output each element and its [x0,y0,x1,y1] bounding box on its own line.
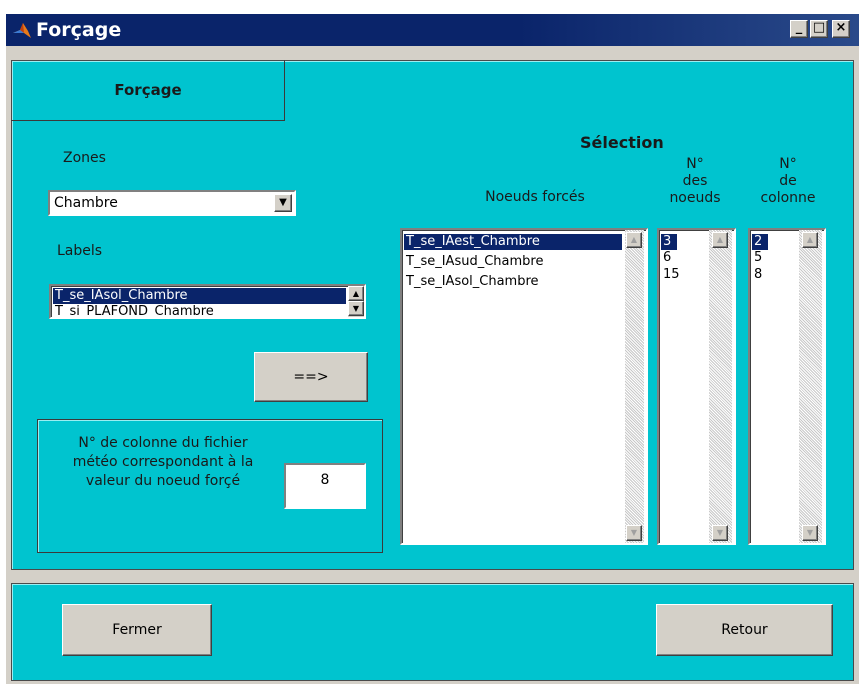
header-tab-label: Forçage [114,81,182,99]
minimize-icon: _ [795,20,803,35]
window-title: Forçage [36,19,122,41]
list-item-node-number-0[interactable]: 3 [661,234,677,250]
labels-listbox[interactable]: T_se_IAsol_Chambre T_si_PLAFOND_Chambre … [49,284,366,319]
labels-scrollbar[interactable]: ▲ ▼ [348,286,364,317]
header-tab: Forçage [11,60,285,121]
node-numbers-header: N° des noeuds [660,156,730,207]
list-item-node-number-2[interactable]: 15 [661,267,680,283]
arrow-down-icon: ▼ [352,304,360,313]
node-numbers-scrollbar[interactable]: ▲ ▼ [709,230,732,543]
scroll-up-button[interactable]: ▲ [712,232,728,248]
zones-label: Zones [63,150,106,166]
noeuds-forces-header: Noeuds forcés [485,189,585,205]
arrow-down-icon: ▼ [716,528,724,537]
arrow-down-icon: ▼ [630,528,638,537]
arrow-up-icon: ▲ [630,235,638,244]
column-number-caption: N° de colonne du fichier météo correspon… [72,435,254,489]
maximize-icon: □ [812,20,826,35]
scroll-down-button[interactable]: ▼ [626,525,642,541]
arrow-up-icon: ▲ [806,235,814,244]
labels-label: Labels [57,243,103,259]
minimize-button[interactable]: _ [790,20,808,38]
column-numbers-header: N° de colonne [748,156,828,207]
column-numbers-listbox[interactable]: 2 5 8 ▲ ▼ [748,228,826,545]
list-item-labels-1[interactable]: T_si_PLAFOND_Chambre [53,304,346,317]
list-item-column-number-1[interactable]: 5 [752,250,768,266]
matlab-logo-icon [13,23,31,38]
list-item-column-number-2[interactable]: 8 [752,267,768,283]
list-item-labels-0[interactable]: T_se_IAsol_Chambre [53,288,346,304]
column-numbers-header-line: de [779,173,797,189]
column-numbers-header-line: colonne [760,190,816,206]
list-item-node-1[interactable]: T_se_IAsud_Chambre [404,254,622,270]
column-number-input[interactable]: 8 [284,463,366,509]
scroll-down-button[interactable]: ▼ [712,525,728,541]
scroll-down-button[interactable]: ▼ [348,301,364,316]
scroll-up-button[interactable]: ▲ [626,232,642,248]
arrow-down-icon: ▼ [806,528,814,537]
title-bar[interactable] [6,14,859,46]
forced-nodes-listbox[interactable]: T_se_IAest_Chambre T_se_IAsud_Chambre T_… [400,228,648,545]
node-numbers-header-line: N° [686,156,704,172]
close-button[interactable]: Fermer [62,604,212,656]
node-numbers-header-line: des [682,173,708,189]
selection-title: Sélection [580,133,664,152]
back-button[interactable]: Retour [656,604,833,656]
close-window-button[interactable]: × [832,20,850,38]
list-item-node-number-1[interactable]: 6 [661,250,677,266]
scroll-up-button[interactable]: ▲ [802,232,818,248]
close-icon: × [835,20,847,35]
forced-nodes-scrollbar[interactable]: ▲ ▼ [625,230,644,543]
column-numbers-header-line: N° [779,156,797,172]
arrow-up-icon: ▲ [716,235,724,244]
list-item-column-number-0[interactable]: 2 [752,234,768,250]
arrow-up-icon: ▲ [352,289,360,298]
add-node-button[interactable]: ==> [254,352,368,402]
zones-selected-value: Chambre [54,195,118,211]
column-numbers-scrollbar[interactable]: ▲ ▼ [799,230,822,543]
list-item-node-2[interactable]: T_se_IAsol_Chambre [404,274,622,290]
node-numbers-listbox[interactable]: 3 6 15 ▲ ▼ [657,228,736,545]
scroll-up-button[interactable]: ▲ [348,286,364,301]
node-numbers-header-line: noeuds [669,190,721,206]
chevron-down-icon: ▼ [279,197,287,208]
zones-dropdown-button[interactable]: ▼ [274,194,292,212]
scroll-down-button[interactable]: ▼ [802,525,818,541]
list-item-node-0[interactable]: T_se_IAest_Chambre [404,234,622,250]
maximize-button[interactable]: □ [810,20,828,38]
zones-dropdown[interactable]: Chambre ▼ [48,190,296,216]
